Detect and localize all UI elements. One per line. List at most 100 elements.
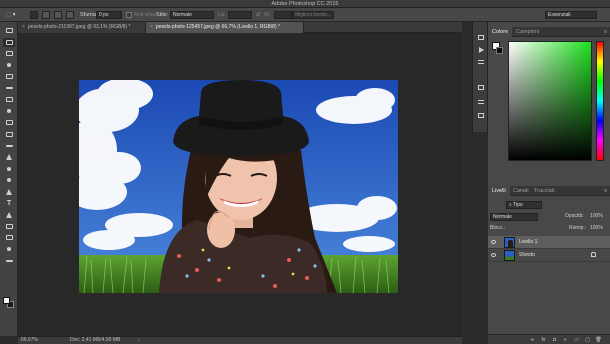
layer-filter-select[interactable]: ⌕ Tipo (506, 200, 542, 209)
close-icon[interactable]: × (150, 24, 153, 30)
layers-panel: Livelli Canali Tracciati ≡ ⌕ Tipo Normal… (488, 186, 610, 344)
brush-panel-icon[interactable] (477, 58, 485, 65)
tab-layers[interactable]: Livelli (488, 186, 510, 196)
paint-bucket-tool-icon[interactable] (3, 153, 15, 162)
tab-swatches[interactable]: Campioni (512, 27, 543, 37)
group-icon[interactable]: ▭ (572, 336, 581, 344)
color-field[interactable] (508, 41, 592, 161)
intersect-selection-icon[interactable] (66, 11, 74, 19)
document-tab-bar: × pexels-photo-211997.jpeg @ 93,1% (RGB/8… (18, 22, 462, 33)
type-tool-icon[interactable]: T (3, 199, 15, 208)
lasso-tool-icon[interactable] (3, 49, 15, 58)
move-tool-icon[interactable] (3, 26, 15, 35)
layer-name[interactable]: Sfondo (519, 249, 535, 262)
opacity-label: Opacità: (565, 213, 584, 219)
height-input[interactable] (274, 11, 292, 19)
width-input[interactable] (228, 11, 252, 19)
window-title: Adobe Photoshop CC 2015 (271, 1, 339, 7)
layer-name[interactable]: Livello 1 (519, 236, 537, 249)
brush-tool-icon[interactable] (3, 107, 15, 116)
workspace-select[interactable]: Essenziali (545, 11, 597, 19)
tab-document-2[interactable]: × pexels-photo-125457.jpeg @ 66,7% (Livel… (146, 22, 304, 33)
layers-panel-tabs: Livelli Canali Tracciati ≡ (488, 186, 610, 196)
zoom-level[interactable]: 66,67% (21, 337, 38, 344)
paragraph-panel-icon[interactable] (477, 98, 485, 105)
status-menu-arrow[interactable]: › (138, 337, 140, 344)
add-selection-icon[interactable] (42, 11, 50, 19)
layer-row[interactable]: Sfondo (488, 249, 610, 262)
blend-mode-select[interactable]: Normale (490, 212, 538, 221)
refine-edge-button[interactable]: Migliora bordo... (292, 11, 334, 19)
fill-label: Riemp.: (569, 225, 587, 231)
title-bar: Adobe Photoshop CC 2015 (0, 0, 610, 8)
history-panel-icon[interactable] (477, 34, 485, 41)
delete-layer-icon[interactable]: 🗑 (594, 336, 603, 344)
hue-slider[interactable] (596, 41, 604, 161)
portrait-photo (79, 80, 398, 293)
height-label: Al: (264, 12, 271, 18)
style-select[interactable]: Normale (170, 11, 214, 19)
layer-filter-row: ⌕ Tipo (490, 200, 608, 209)
width-label: La: (218, 12, 226, 18)
history-brush-tool-icon[interactable] (3, 130, 15, 139)
canvas-area[interactable] (18, 33, 462, 336)
zoom-tool-icon[interactable] (3, 245, 15, 254)
adjustment-layer-icon[interactable]: ◐ (561, 336, 570, 344)
blend-row: Normale Opacità: 100% (490, 212, 608, 221)
eyedropper-tool-icon[interactable] (3, 84, 15, 93)
filter-label: Tipo (513, 201, 523, 208)
healing-brush-tool-icon[interactable] (3, 95, 15, 104)
tab-paths[interactable]: Tracciati (530, 186, 559, 196)
marquee-options-icon[interactable]: ⬚ ▾ (6, 10, 16, 20)
more-tools-icon[interactable] (3, 256, 15, 265)
crop-tool-icon[interactable] (3, 72, 15, 81)
dodge-tool-icon[interactable] (3, 176, 15, 185)
layer-mask-icon[interactable]: ◘ (550, 336, 559, 344)
fill-value[interactable]: 100% (590, 224, 603, 233)
panel-menu-icon[interactable]: ≡ (604, 29, 607, 35)
feather-label: Sfuma: (80, 12, 98, 18)
document-image[interactable] (79, 80, 398, 293)
path-select-tool-icon[interactable] (3, 210, 15, 219)
panel-icon-strip (472, 22, 488, 132)
layer-row[interactable]: Livello 1 (488, 236, 610, 249)
rectangle-tool-icon[interactable] (3, 222, 15, 231)
lock-label: Blocc.: (490, 225, 506, 231)
visibility-eye-icon[interactable] (491, 240, 496, 244)
tab-color[interactable]: Colore (488, 27, 513, 37)
hand-tool-icon[interactable] (3, 233, 15, 242)
visibility-eye-icon[interactable] (491, 253, 496, 257)
new-selection-icon[interactable] (30, 11, 38, 19)
options-bar: ⬚ ▾ Sfuma: 0 px Anti-alias Stile: Normal… (0, 8, 610, 22)
eraser-tool-icon[interactable] (3, 141, 15, 150)
new-layer-icon[interactable]: ▢ (583, 336, 592, 344)
swap-icon[interactable]: ⇄ (256, 10, 261, 20)
blur-tool-icon[interactable] (3, 164, 15, 173)
pen-tool-icon[interactable] (3, 187, 15, 196)
character-panel-icon[interactable] (477, 84, 485, 91)
fx-icon[interactable]: fx (539, 336, 548, 344)
tab-document-1[interactable]: × pexels-photo-211997.jpeg @ 93,1% (RGB/8… (18, 22, 146, 33)
tab-label: pexels-photo-125457.jpeg @ 66,7% (Livell… (155, 24, 280, 30)
feather-input[interactable]: 0 px (96, 11, 122, 19)
opacity-value[interactable]: 100% (590, 212, 603, 221)
actions-panel-icon[interactable] (477, 46, 485, 53)
foreground-color-icon[interactable] (3, 297, 10, 304)
clone-stamp-tool-icon[interactable] (3, 118, 15, 127)
lock-row: Blocc.: Riemp.: 100% (490, 224, 608, 233)
document-size: Doc: 2,41 MB/4,50 MB (70, 337, 121, 343)
close-icon[interactable]: × (22, 24, 25, 30)
subtract-selection-icon[interactable] (54, 11, 62, 19)
antialias-checkbox[interactable] (126, 12, 132, 18)
properties-panel-icon[interactable] (477, 112, 485, 119)
panel-menu-icon[interactable]: ≡ (604, 188, 607, 194)
lock-icon (591, 252, 596, 257)
type-glyph: T (6, 199, 12, 207)
quick-select-tool-icon[interactable] (3, 61, 15, 70)
layer-thumbnail (504, 250, 515, 261)
marquee-tool-icon[interactable] (3, 37, 15, 47)
background-color-swatch[interactable] (496, 47, 503, 54)
layers-footer: ∞ fx ◘ ◐ ▭ ▢ 🗑 (488, 334, 610, 344)
layer-thumbnail (504, 237, 515, 248)
link-layers-icon[interactable]: ∞ (528, 336, 537, 344)
